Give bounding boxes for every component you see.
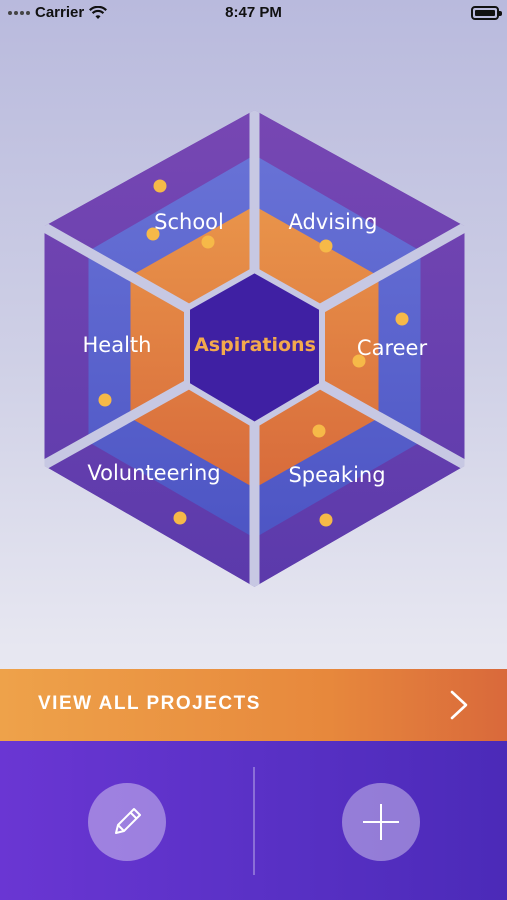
segment-speaking-label[interactable]: Speaking [288,463,385,487]
view-all-projects-button[interactable]: VIEW ALL PROJECTS [0,669,507,741]
segment-volunteering-label[interactable]: Volunteering [87,461,220,485]
dot [312,424,326,438]
view-all-projects-label: VIEW ALL PROJECTS [38,693,261,714]
status-bar: Carrier 8:47 PM [0,0,507,28]
segment-health-label[interactable]: Health [83,333,152,357]
pencil-icon [115,808,141,834]
hexagon-graphic: School Advising Career Speaking Voluntee… [44,110,465,587]
aspirations-hexagon: School Advising Career Speaking Voluntee… [0,100,507,600]
segment-career-label[interactable]: Career [357,336,428,360]
dot [201,235,215,249]
segment-school-label[interactable]: School [154,210,224,234]
status-time: 8:47 PM [225,4,282,21]
dot [153,179,167,193]
add-button[interactable] [342,783,420,861]
center-label[interactable]: Aspirations [194,334,316,356]
battery-icon [471,6,502,20]
edit-button[interactable] [88,783,166,861]
dot [319,239,333,253]
segment-advising-label[interactable]: Advising [288,210,377,234]
dot [395,312,409,326]
chevron-right-icon [450,690,468,720]
plus-icon [363,804,399,840]
dot [173,511,187,525]
toolbar-divider [253,767,255,875]
dot [98,393,112,407]
bottom-toolbar [0,741,507,900]
dot [319,513,333,527]
